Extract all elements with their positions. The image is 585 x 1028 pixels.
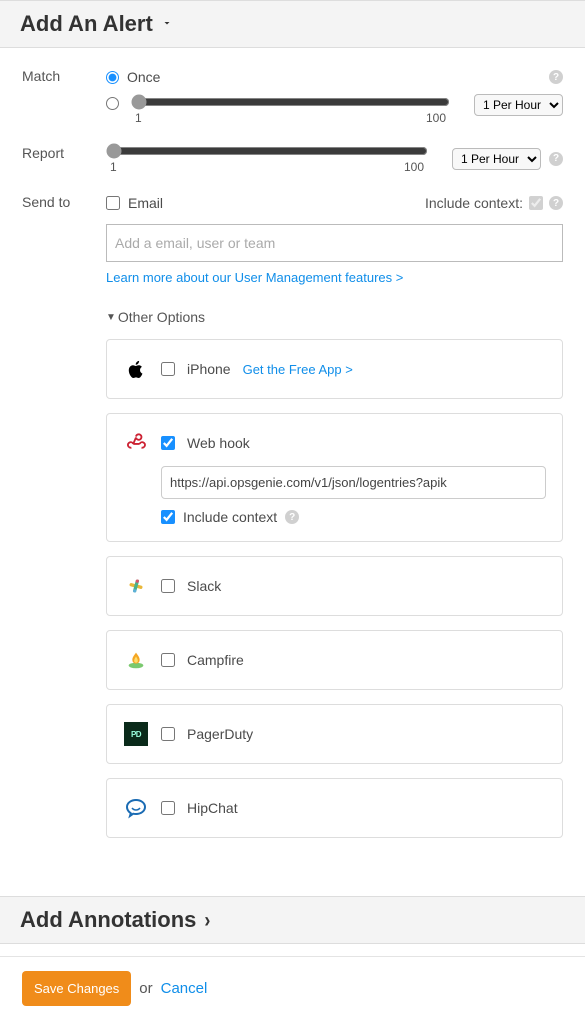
- option-card-slack: Slack: [106, 556, 563, 616]
- campfire-label: Campfire: [187, 652, 244, 668]
- match-row: Match Once ? 1 100: [22, 66, 563, 125]
- webhook-url-input[interactable]: [161, 466, 546, 499]
- hipchat-icon: [123, 795, 149, 821]
- option-card-hipchat: HipChat: [106, 778, 563, 838]
- report-label: Report: [22, 143, 106, 161]
- webhook-icon: [123, 430, 149, 456]
- include-context-label: Include context:: [425, 195, 523, 211]
- alert-panel-header[interactable]: Add An Alert: [0, 0, 585, 48]
- webhook-include-context-label: Include context: [183, 509, 277, 525]
- slack-label: Slack: [187, 578, 221, 594]
- alert-panel-body: Match Once ? 1 100: [0, 48, 585, 896]
- match-slider[interactable]: [131, 94, 450, 110]
- learn-more-link[interactable]: Learn more about our User Management fea…: [106, 270, 403, 285]
- webhook-include-context-checkbox[interactable]: [161, 510, 175, 524]
- report-slider[interactable]: [106, 143, 428, 159]
- iphone-checkbox[interactable]: [161, 362, 175, 376]
- report-frequency-select[interactable]: 1 Per Hour: [452, 148, 541, 170]
- save-button[interactable]: Save Changes: [22, 971, 131, 1006]
- help-icon[interactable]: ?: [549, 70, 563, 84]
- cancel-link[interactable]: Cancel: [161, 980, 208, 997]
- match-slider-max: 100: [426, 111, 446, 125]
- iphone-label: iPhone: [187, 361, 231, 377]
- pagerduty-checkbox[interactable]: [161, 727, 175, 741]
- webhook-label: Web hook: [187, 435, 250, 451]
- match-frequency-select[interactable]: 1 Per Hour: [474, 94, 563, 116]
- get-free-app-link[interactable]: Get the Free App >: [243, 362, 353, 377]
- alert-panel-title: Add An Alert: [20, 11, 153, 37]
- match-slider-radio[interactable]: [106, 97, 119, 110]
- chevron-right-icon: ›: [204, 907, 210, 932]
- webhook-checkbox[interactable]: [161, 436, 175, 450]
- pagerduty-icon: PD: [123, 721, 149, 747]
- slack-checkbox[interactable]: [161, 579, 175, 593]
- report-slider-max: 100: [404, 160, 424, 174]
- include-context-checkbox[interactable]: [529, 196, 543, 210]
- campfire-checkbox[interactable]: [161, 653, 175, 667]
- option-card-pagerduty: PD PagerDuty: [106, 704, 563, 764]
- footer-actions: Save Changes or Cancel: [0, 956, 585, 1028]
- other-options-label: Other Options: [118, 309, 205, 325]
- email-input[interactable]: [106, 224, 563, 262]
- option-card-webhook: Web hook Include context ?: [106, 413, 563, 542]
- help-icon[interactable]: ?: [549, 196, 563, 210]
- annotations-panel-title: Add Annotations: [20, 907, 196, 933]
- hipchat-label: HipChat: [187, 800, 238, 816]
- or-text: or: [139, 980, 152, 997]
- campfire-icon: [123, 647, 149, 673]
- help-icon[interactable]: ?: [549, 152, 563, 166]
- report-slider-min: 1: [110, 160, 117, 174]
- annotations-panel-header[interactable]: Add Annotations ›: [0, 896, 585, 944]
- email-label: Email: [128, 195, 163, 211]
- match-label: Match: [22, 66, 106, 84]
- sendto-row: Send to Email Include context: ? Learn m…: [22, 192, 563, 838]
- match-once-radio[interactable]: [106, 71, 119, 84]
- slack-icon: [123, 573, 149, 599]
- sendto-label: Send to: [22, 192, 106, 210]
- option-card-iphone: iPhone Get the Free App >: [106, 339, 563, 399]
- apple-icon: [123, 356, 149, 382]
- report-row: Report 1 100 1 Per Hour ?: [22, 143, 563, 174]
- chevron-down-icon: [161, 16, 173, 32]
- help-icon[interactable]: ?: [285, 510, 299, 524]
- hipchat-checkbox[interactable]: [161, 801, 175, 815]
- match-once-label: Once: [127, 69, 160, 85]
- pagerduty-label: PagerDuty: [187, 726, 253, 742]
- option-card-campfire: Campfire: [106, 630, 563, 690]
- caret-down-icon: ▼: [106, 312, 116, 323]
- email-checkbox[interactable]: [106, 196, 120, 210]
- match-slider-min: 1: [135, 111, 142, 125]
- other-options-toggle[interactable]: ▼ Other Options: [106, 309, 563, 325]
